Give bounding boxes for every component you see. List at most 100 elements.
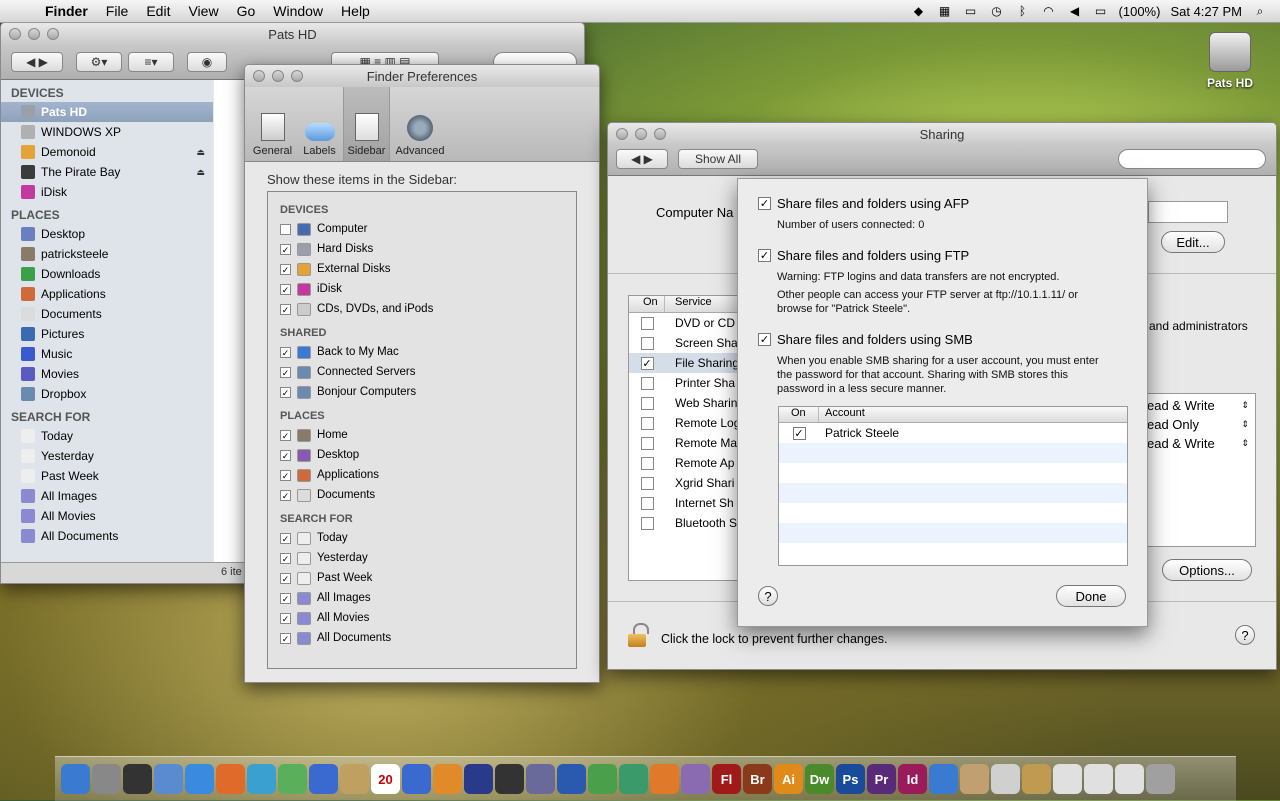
- up-down-arrows-icon[interactable]: ⇕: [1241, 400, 1249, 411]
- dock-premiere-icon[interactable]: Pr: [867, 764, 896, 794]
- sidebar-item[interactable]: Downloads: [1, 264, 213, 284]
- dock-adium-icon[interactable]: [278, 764, 307, 794]
- dock-quicktime-icon[interactable]: [929, 764, 958, 794]
- service-row[interactable]: Screen Sha: [629, 333, 744, 353]
- sidebar-option[interactable]: ✓ iDisk: [280, 279, 564, 299]
- sidebar-option[interactable]: ✓ All Images: [280, 588, 564, 608]
- sidebar-item[interactable]: Music: [1, 344, 213, 364]
- service-row[interactable]: Printer Sha: [629, 373, 744, 393]
- arrange-button[interactable]: ≡▾: [128, 52, 174, 72]
- eject-icon[interactable]: ⏏: [196, 167, 205, 178]
- close-icon[interactable]: [253, 70, 265, 82]
- sidebar-option[interactable]: ✓ Past Week: [280, 568, 564, 588]
- dock-address-book-icon[interactable]: [340, 764, 369, 794]
- checkbox[interactable]: ✓: [280, 489, 291, 501]
- wifi-icon[interactable]: ◠: [1041, 4, 1057, 18]
- ftp-option[interactable]: ✓ Share files and folders using FTP: [758, 248, 1078, 263]
- zoom-icon[interactable]: [47, 28, 59, 40]
- checkbox[interactable]: [280, 223, 291, 235]
- checkbox[interactable]: ✓: [280, 283, 291, 295]
- sidebar-option[interactable]: ✓ Documents: [280, 485, 564, 505]
- sidebar-option[interactable]: ✓ Connected Servers: [280, 362, 564, 382]
- dock-stack-3-icon[interactable]: [1115, 764, 1144, 794]
- tab-advanced[interactable]: Advanced: [390, 87, 450, 161]
- ftp-checkbox[interactable]: ✓: [758, 249, 771, 262]
- sidebar-option[interactable]: ✓ Hard Disks: [280, 239, 564, 259]
- back-forward-buttons[interactable]: ◀ ▶: [11, 52, 63, 72]
- permission-row[interactable]: ead Only ⇕: [1147, 415, 1255, 434]
- up-down-arrows-icon[interactable]: ⇕: [1241, 438, 1249, 449]
- sidebar-option[interactable]: ✓ CDs, DVDs, and iPods: [280, 299, 564, 319]
- service-checkbox[interactable]: [640, 496, 654, 510]
- dock-ical-icon[interactable]: 20: [371, 764, 400, 794]
- dock-system-preferences-icon[interactable]: [92, 764, 121, 794]
- service-row[interactable]: Remote Log: [629, 413, 744, 433]
- checkbox[interactable]: ✓: [280, 263, 291, 275]
- sidebar-section-header[interactable]: DEVICES: [1, 80, 213, 102]
- spotlight-icon[interactable]: ⌕: [1252, 4, 1268, 18]
- minimize-icon[interactable]: [272, 70, 284, 82]
- checkbox[interactable]: ✓: [280, 449, 291, 461]
- dock-entourage-icon[interactable]: [681, 764, 710, 794]
- sidebar-option[interactable]: ✓ Desktop: [280, 445, 564, 465]
- dock-safari-icon[interactable]: [185, 764, 214, 794]
- sidebar-option[interactable]: ✓ External Disks: [280, 259, 564, 279]
- sidebar-item[interactable]: Desktop: [1, 224, 213, 244]
- dock-word-icon[interactable]: [557, 764, 586, 794]
- dock-illustrator-icon[interactable]: Ai: [774, 764, 803, 794]
- sidebar-item[interactable]: Applications: [1, 284, 213, 304]
- accounts-header-account[interactable]: Account: [819, 407, 865, 422]
- dock-excel-like-icon[interactable]: [588, 764, 617, 794]
- edit-button[interactable]: Edit...: [1161, 231, 1225, 253]
- dock-vlc-icon[interactable]: [433, 764, 462, 794]
- sidebar-item[interactable]: Yesterday: [1, 446, 213, 466]
- afp-option[interactable]: ✓ Share files and folders using AFP: [758, 196, 969, 211]
- accounts-header-on[interactable]: On: [779, 407, 819, 422]
- dock-mail-icon[interactable]: [154, 764, 183, 794]
- tab-sidebar[interactable]: Sidebar: [343, 87, 390, 161]
- menu-help[interactable]: Help: [332, 3, 379, 19]
- sidebar-item[interactable]: Past Week: [1, 466, 213, 486]
- permission-row[interactable]: ead & Write ⇕: [1147, 434, 1255, 453]
- service-checkbox[interactable]: [640, 376, 654, 390]
- dock-vmware-icon[interactable]: [526, 764, 555, 794]
- dock-finder-icon[interactable]: [61, 764, 90, 794]
- checkbox[interactable]: ✓: [280, 346, 291, 358]
- sidebar-item[interactable]: All Documents: [1, 526, 213, 546]
- service-checkbox[interactable]: ✓: [640, 356, 654, 370]
- close-icon[interactable]: [9, 28, 21, 40]
- sidebar-item[interactable]: Demonoid ⏏: [1, 142, 213, 162]
- bluetooth-icon[interactable]: ᛒ: [1015, 4, 1031, 18]
- dock-messenger2-icon[interactable]: [619, 764, 648, 794]
- zoom-icon[interactable]: [654, 128, 666, 140]
- sidebar-option[interactable]: ✓ Today: [280, 528, 564, 548]
- service-checkbox[interactable]: [640, 316, 654, 330]
- lock-icon[interactable]: [628, 623, 650, 647]
- volume-icon[interactable]: ◀: [1067, 4, 1083, 18]
- display-icon[interactable]: ▭: [963, 4, 979, 18]
- sharing-titlebar[interactable]: Sharing: [608, 123, 1276, 145]
- checkbox[interactable]: ✓: [280, 386, 291, 398]
- service-checkbox[interactable]: [640, 476, 654, 490]
- prefs-titlebar[interactable]: Finder Preferences: [245, 65, 599, 87]
- service-checkbox[interactable]: [640, 456, 654, 470]
- dock-bridge-icon[interactable]: Br: [743, 764, 772, 794]
- finder-titlebar[interactable]: Pats HD: [1, 23, 584, 45]
- dock-stack-1-icon[interactable]: [1053, 764, 1082, 794]
- menu-go[interactable]: Go: [228, 3, 265, 19]
- dock-dreamweaver-icon[interactable]: Dw: [805, 764, 834, 794]
- zoom-icon[interactable]: [291, 70, 303, 82]
- menu-window[interactable]: Window: [264, 3, 332, 19]
- done-button[interactable]: Done: [1056, 585, 1126, 607]
- service-checkbox[interactable]: [640, 396, 654, 410]
- sidebar-section-header[interactable]: PLACES: [1, 202, 213, 224]
- sidebar-option[interactable]: ✓ All Movies: [280, 608, 564, 628]
- menu-view[interactable]: View: [179, 3, 227, 19]
- dock-powerpoint-icon[interactable]: [650, 764, 679, 794]
- sidebar-item[interactable]: Movies: [1, 364, 213, 384]
- service-row[interactable]: Bluetooth S: [629, 513, 744, 533]
- smb-checkbox[interactable]: ✓: [758, 333, 771, 346]
- menu-app[interactable]: Finder: [36, 3, 97, 19]
- afp-checkbox[interactable]: ✓: [758, 197, 771, 210]
- service-row[interactable]: ✓ File Sharing: [629, 353, 744, 373]
